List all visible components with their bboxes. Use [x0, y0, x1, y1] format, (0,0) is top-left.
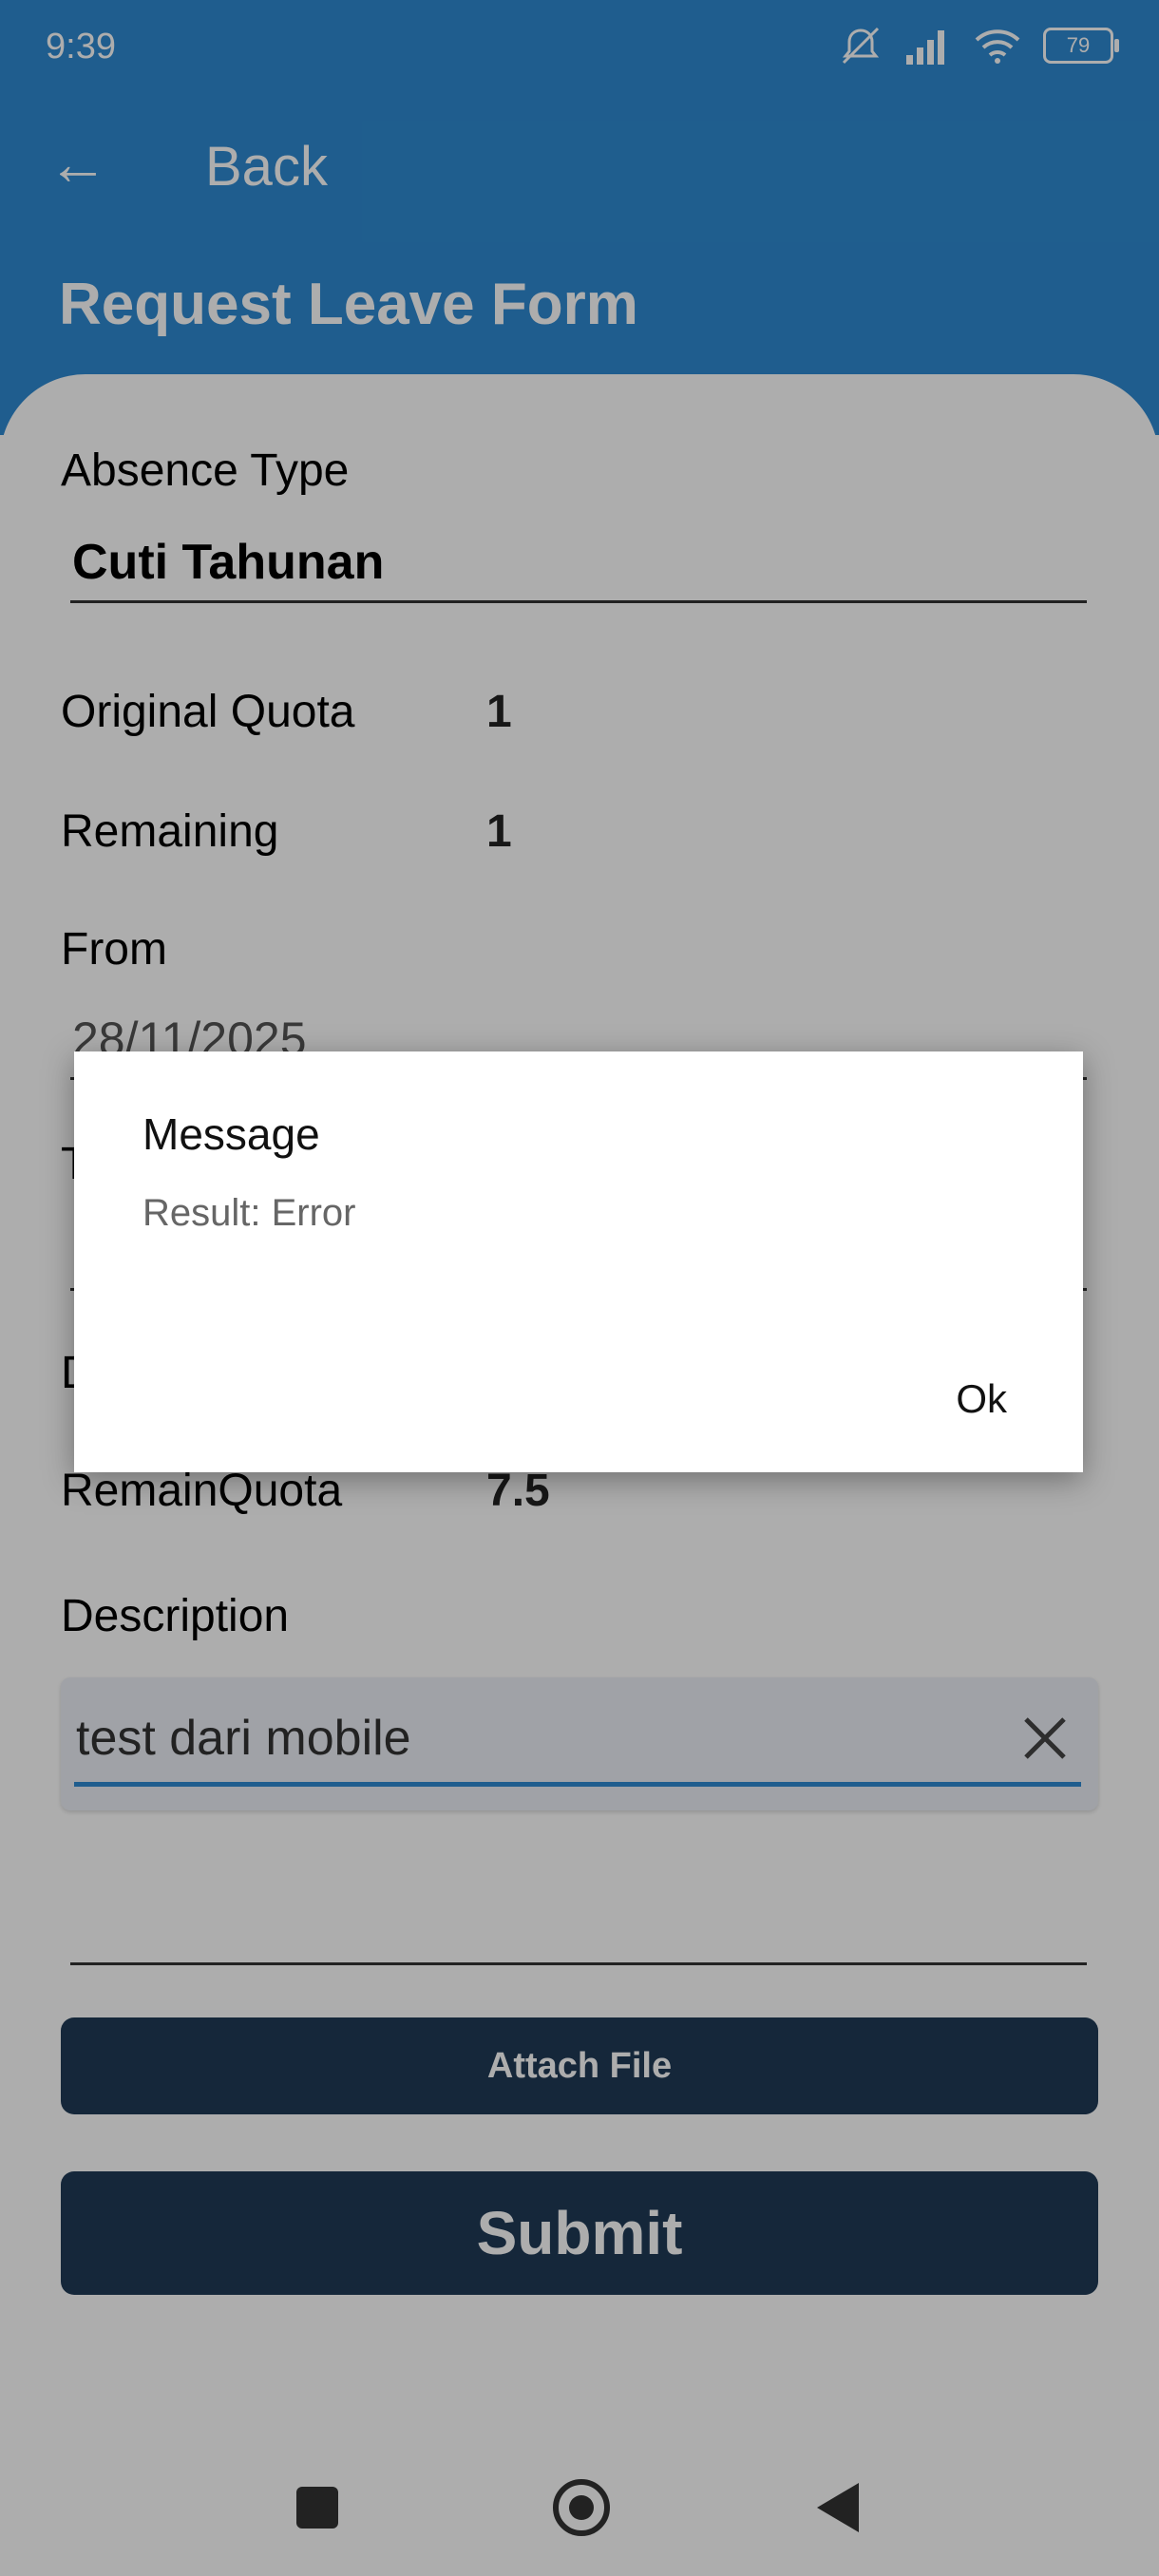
- dialog-title: Message: [142, 1109, 320, 1159]
- dialog-message: Result: Error: [142, 1192, 356, 1234]
- ok-button[interactable]: Ok: [956, 1376, 1007, 1422]
- message-dialog: Message Result: Error Ok: [74, 1051, 1083, 1472]
